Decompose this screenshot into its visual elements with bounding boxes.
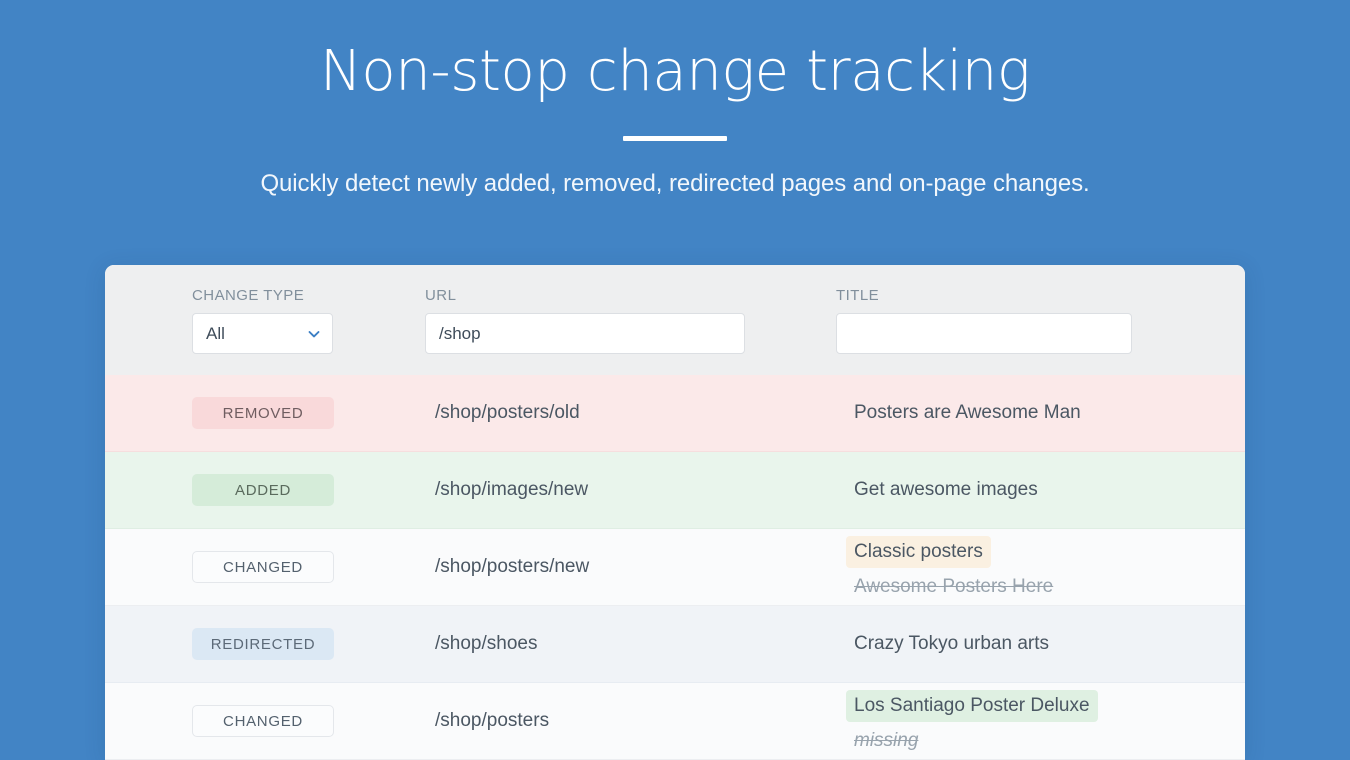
status-badge: Changed xyxy=(192,705,334,737)
cell-change-type: Added xyxy=(105,474,435,506)
title-filter-input[interactable] xyxy=(836,313,1132,354)
change-table-card: Change type URL Title Removed/shop/poste… xyxy=(105,265,1245,760)
cell-url: /shop/shoes xyxy=(435,633,538,654)
table-row[interactable]: Changed/shop/posters/new Classic posters A… xyxy=(105,529,1245,606)
filter-title: Title xyxy=(836,287,1132,354)
cell-title: Los Santiago Poster Deluxe missing xyxy=(846,690,1245,752)
cell-title: Posters are Awesome Man xyxy=(846,402,1245,424)
title-stack: Posters are Awesome Man xyxy=(846,402,1215,424)
status-badge: Changed xyxy=(192,551,334,583)
page-subtitle: Quickly detect newly added, removed, red… xyxy=(260,170,1090,198)
title-divider xyxy=(623,136,727,142)
title-stack: Crazy Tokyo urban arts xyxy=(846,633,1215,655)
hero-section: Non-stop change tracking Quickly detect … xyxy=(0,0,1350,198)
page-title: Non-stop change tracking xyxy=(319,39,1031,104)
cell-url: /shop/images/new xyxy=(435,479,589,500)
cell-title: Classic posters Awesome Posters Here xyxy=(846,536,1245,598)
table-row[interactable]: Changed/shop/posters Los Santiago Poster … xyxy=(105,683,1245,760)
status-badge: Redirected xyxy=(192,628,334,660)
title-current: Classic posters xyxy=(846,536,991,568)
filter-change-type-label: Change type xyxy=(192,287,305,304)
title-current: Posters are Awesome Man xyxy=(854,402,1081,423)
title-current: Get awesome images xyxy=(854,479,1038,500)
cell-change-type: Changed xyxy=(105,551,435,583)
cell-change-type: Redirected xyxy=(105,628,435,660)
cell-change-type: Removed xyxy=(105,397,435,429)
title-stack: Get awesome images xyxy=(846,479,1215,501)
title-current: Crazy Tokyo urban arts xyxy=(854,633,1050,654)
table-row[interactable]: Redirected/shop/shoes Crazy Tokyo urban a… xyxy=(105,606,1245,683)
table-row[interactable]: Added/shop/images/new Get awesome images xyxy=(105,452,1245,529)
filter-change-type: Change type xyxy=(192,287,333,354)
change-table-rows: Removed/shop/posters/old Posters are Awes… xyxy=(105,375,1245,760)
table-row[interactable]: Removed/shop/posters/old Posters are Awes… xyxy=(105,375,1245,452)
title-stack: Classic posters Awesome Posters Here xyxy=(846,536,1215,598)
filter-url: URL xyxy=(425,287,745,354)
title-current: Los Santiago Poster Deluxe xyxy=(846,690,1098,722)
cell-url: /shop/posters/old xyxy=(435,402,580,423)
filter-title-label: Title xyxy=(836,287,880,304)
cell-url: /shop/posters/new xyxy=(435,556,590,577)
change-type-select-shell[interactable] xyxy=(192,313,333,354)
url-filter-input[interactable] xyxy=(425,313,745,354)
title-previous: missing xyxy=(854,730,919,751)
filter-bar: Change type URL Title xyxy=(105,265,1245,375)
filter-url-label: URL xyxy=(425,287,457,304)
status-badge: Removed xyxy=(192,397,334,429)
status-badge: Added xyxy=(192,474,334,506)
change-table-card-wrapper: Change type URL Title Removed/shop/poste… xyxy=(105,265,1245,760)
change-type-select[interactable] xyxy=(192,313,333,354)
cell-title: Crazy Tokyo urban arts xyxy=(846,633,1245,655)
cell-change-type: Changed xyxy=(105,705,435,737)
title-previous: Awesome Posters Here xyxy=(854,576,1054,597)
cell-url: /shop/posters xyxy=(435,710,550,731)
title-stack: Los Santiago Poster Deluxe missing xyxy=(846,690,1215,752)
cell-title: Get awesome images xyxy=(846,479,1245,501)
